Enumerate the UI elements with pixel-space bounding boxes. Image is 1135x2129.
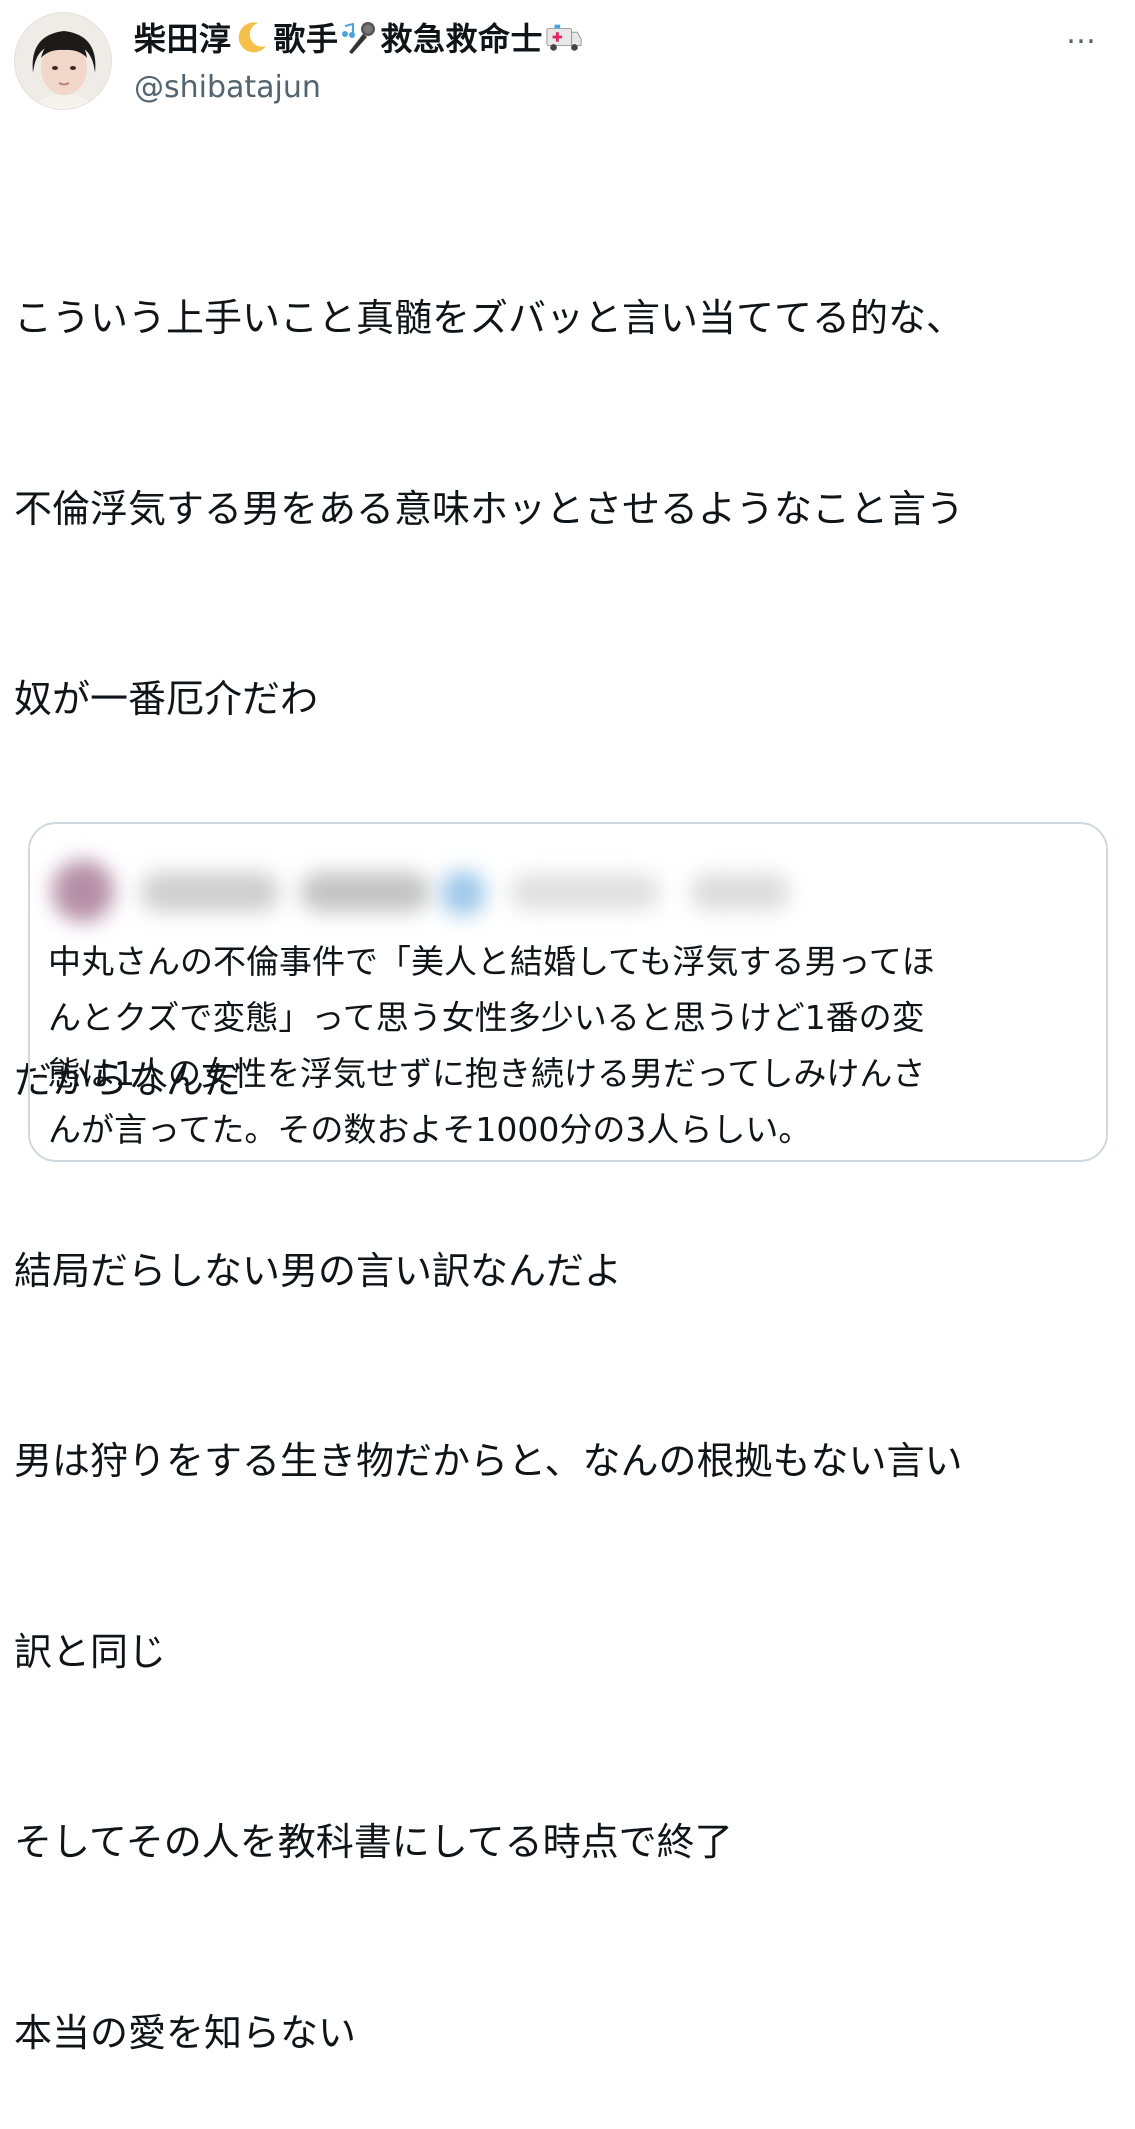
tweet-line: そしてその人を教科書にしてる時点で終了	[14, 1820, 733, 1864]
avatar[interactable]	[14, 12, 112, 110]
tweet-header: 柴田淳 歌手 救急救命士 @shibatajun …	[0, 0, 1135, 130]
tweet-line: 本当の愛を知らない	[14, 2010, 357, 2055]
ambulance-icon	[545, 18, 583, 56]
blurred-badge	[440, 870, 486, 916]
crescent-moon-icon	[234, 18, 272, 56]
quoted-tweet-header-blurred	[30, 840, 790, 940]
tweet-line: 不倫浮気する男をある意味ホッとさせるようなこと言う	[14, 486, 965, 531]
tweet-line: 男は狩りをする生き物だからと、なんの根拠もない言い	[14, 1439, 963, 1483]
quoted-line: んが言ってた。その数およそ1000分の3人らしい。	[48, 1110, 812, 1149]
blurred-avatar	[52, 860, 114, 922]
author-name-part3[interactable]: 救急救命士	[381, 14, 544, 60]
blurred-name	[140, 872, 280, 912]
author-handle[interactable]: @shibatajun	[134, 70, 321, 105]
quoted-line: 態は1人の女性を浮気せずに抱き続ける男だってしみけんさ	[48, 1054, 926, 1093]
tweet-line: 結局だらしない男の言い訳なんだよ	[14, 1248, 623, 1293]
tweet-line: こういう上手いこと真髄をズバッと言い当ててる的な、	[14, 296, 965, 340]
blurred-date	[690, 874, 790, 910]
avatar-photo	[15, 13, 111, 109]
blurred-handle	[510, 874, 660, 910]
music-microphone-icon	[341, 18, 379, 56]
tweet-line: 奴が一番厄介だわ	[14, 677, 319, 721]
tweet-line: 訳と同じ	[14, 1629, 167, 1674]
quoted-tweet-card[interactable]: 中丸さんの不倫事件で「美人と結婚しても浮気する男ってほ んとクズで変態」って思う…	[28, 822, 1108, 1162]
blurred-name	[300, 872, 430, 912]
quoted-tweet-text: 中丸さんの不倫事件で「美人と結婚しても浮気する男ってほ んとクズで変態」って思う…	[48, 934, 1088, 1158]
more-options-icon[interactable]: …	[1066, 16, 1097, 51]
quoted-line: 中丸さんの不倫事件で「美人と結婚しても浮気する男ってほ	[48, 942, 935, 981]
author-display-name[interactable]: 柴田淳	[134, 14, 232, 60]
quoted-line: んとクズで変態」って思う女性多少いると思うけど1番の変	[48, 998, 925, 1037]
author-name-part2[interactable]: 歌手	[274, 14, 339, 60]
author-name-row[interactable]: 柴田淳 歌手 救急救命士	[134, 14, 585, 60]
